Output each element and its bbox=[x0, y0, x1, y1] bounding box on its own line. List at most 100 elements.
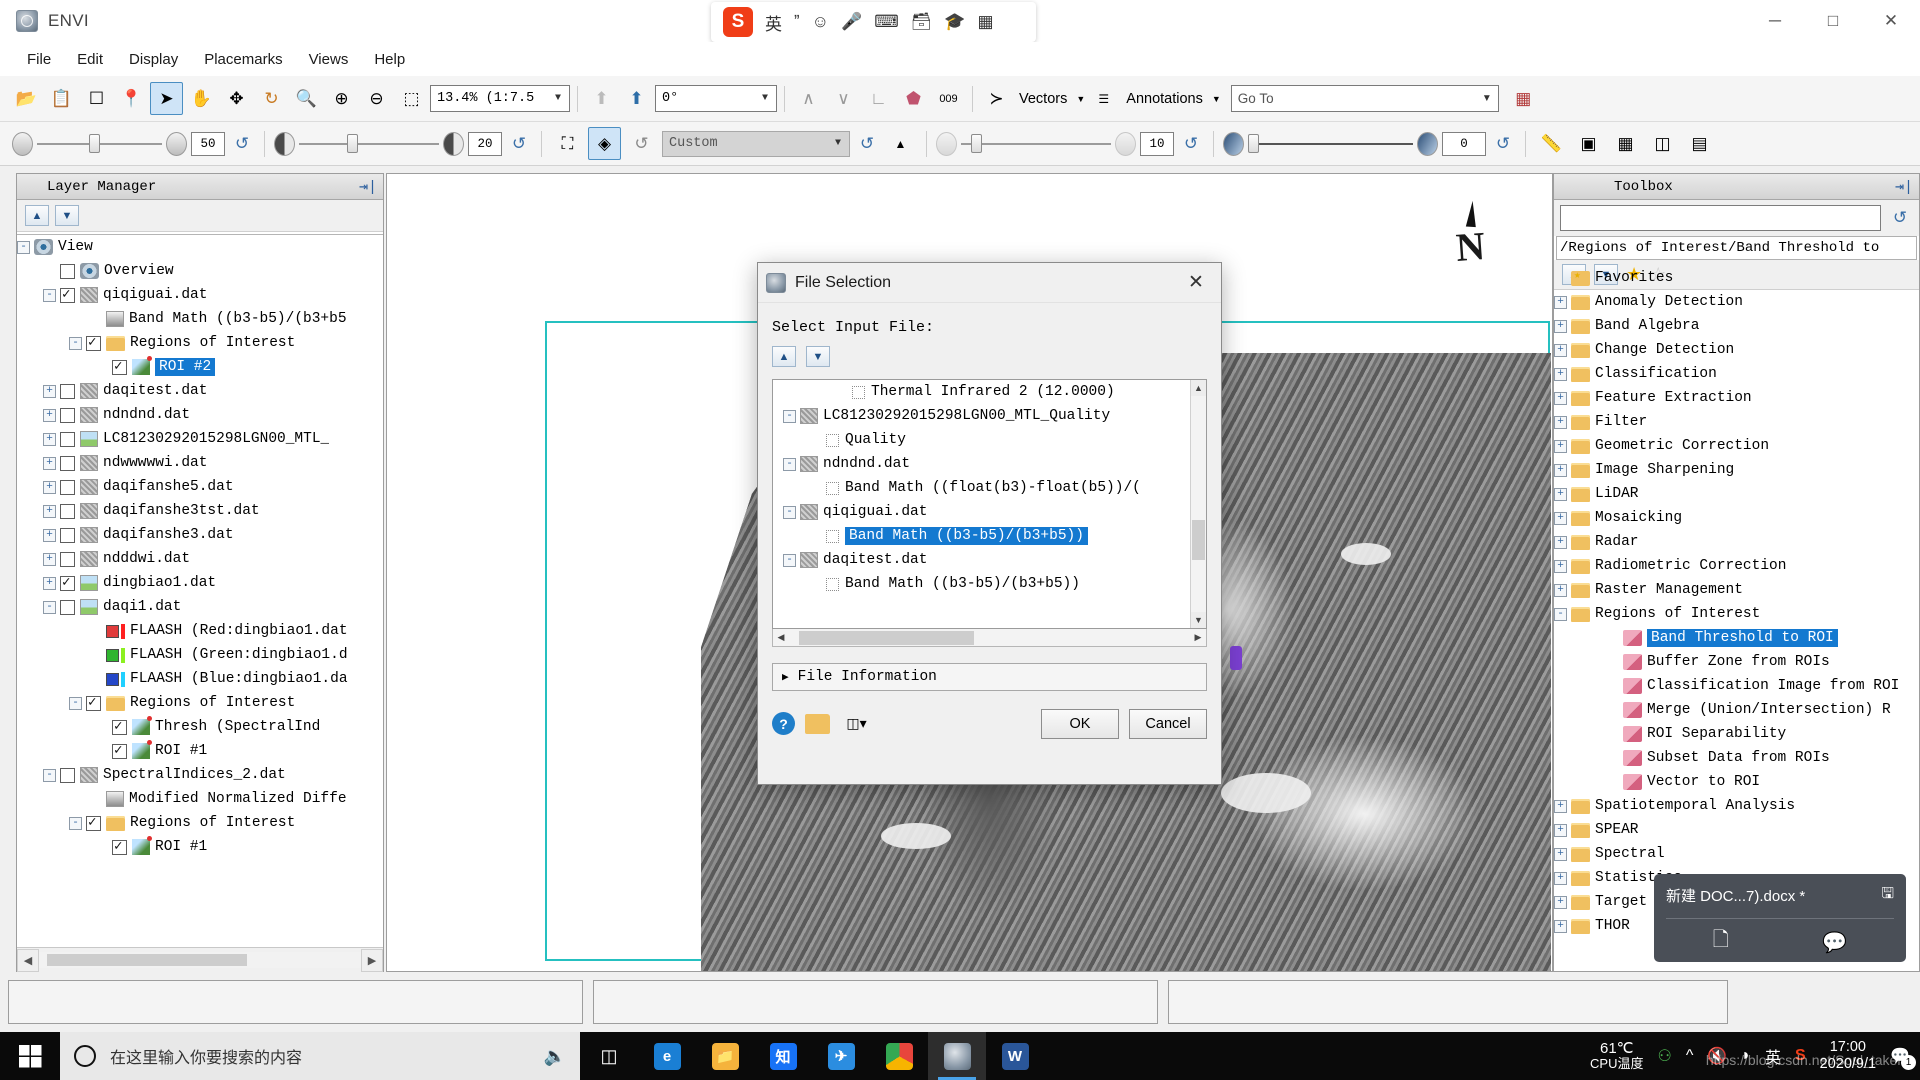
ok-button[interactable]: OK bbox=[1041, 708, 1119, 739]
brightness-value[interactable]: 50 bbox=[191, 131, 225, 156]
card-icon[interactable]: 🗃 bbox=[911, 12, 933, 32]
layer-visibility-checkbox[interactable] bbox=[60, 503, 75, 519]
file-list-items[interactable]: Thermal Infrared 2 (12.0000) - LC812302920… bbox=[773, 380, 1190, 628]
sogou-logo-icon[interactable]: S bbox=[723, 7, 753, 37]
tree-expand-icon[interactable]: + bbox=[1554, 439, 1567, 453]
scroll-left-icon[interactable]: ◀ bbox=[773, 632, 789, 643]
toolbox-category-item[interactable]: + Mosaicking bbox=[1554, 506, 1919, 530]
brightness-reset-icon[interactable]: ↺ bbox=[229, 131, 255, 157]
layer-tree-item[interactable]: + ndndnd.dat bbox=[17, 403, 383, 427]
zoom-to-region-icon[interactable]: ⬚ bbox=[395, 82, 428, 115]
toolbox-category-item[interactable]: + Feature Extraction bbox=[1554, 386, 1919, 410]
sharpen-slider[interactable] bbox=[961, 134, 1111, 154]
usb-drive-icon[interactable]: ⚇ bbox=[1657, 1046, 1671, 1066]
taskbar-search[interactable]: 在这里输入你要搜索的内容 🔈 bbox=[60, 1032, 580, 1080]
layer-visibility-checkbox[interactable] bbox=[112, 742, 127, 759]
chevron-down-icon[interactable]: ▼ bbox=[756, 93, 774, 104]
sharpen-value[interactable]: 10 bbox=[1140, 131, 1174, 156]
layer-tree-item[interactable]: - Regions of Interest bbox=[17, 691, 383, 715]
toolbox-tool-item[interactable]: Classification Image from ROI bbox=[1554, 674, 1919, 698]
tree-expand-icon[interactable]: + bbox=[43, 528, 56, 542]
word-save-toast[interactable]: ✕ 新建 DOC...7).docx * 🖫 🗋 💬 bbox=[1654, 838, 1908, 962]
layer-tree-item[interactable]: ROI #1 bbox=[17, 739, 383, 763]
pin-panel-icon[interactable]: ⇥| bbox=[359, 177, 377, 196]
tree-expand-icon[interactable]: + bbox=[1554, 919, 1567, 933]
tree-expand-icon[interactable]: + bbox=[1554, 823, 1567, 837]
transparency-value[interactable]: 0 bbox=[1442, 131, 1486, 156]
layer-tree-item[interactable]: - Regions of Interest bbox=[17, 331, 383, 355]
view-two-icon[interactable]: ◫ bbox=[1646, 127, 1679, 160]
tree-expand-icon[interactable]: + bbox=[1554, 415, 1567, 429]
layer-visibility-checkbox[interactable] bbox=[60, 431, 75, 447]
taskbar-app-word[interactable]: W bbox=[986, 1032, 1044, 1080]
scroll-down-icon[interactable]: ▼ bbox=[1191, 612, 1206, 628]
zoom-to-extent-icon[interactable]: ◈ bbox=[588, 127, 621, 160]
tree-collapse-icon[interactable]: - bbox=[783, 505, 796, 519]
layer-visibility-checkbox[interactable] bbox=[60, 479, 75, 495]
tree-expand-icon[interactable]: + bbox=[1554, 295, 1567, 309]
scroll-thumb[interactable] bbox=[799, 630, 974, 645]
pixel-locator-icon[interactable]: 009 bbox=[932, 82, 965, 115]
slider-thumb[interactable] bbox=[89, 134, 100, 153]
layer-visibility-checkbox[interactable] bbox=[86, 334, 101, 351]
file-selection-dialog[interactable]: File Selection ✕ Select Input File: ▲ ▼ … bbox=[757, 262, 1222, 785]
toolbox-category-item[interactable]: + Geometric Correction bbox=[1554, 434, 1919, 458]
tree-expand-icon[interactable]: + bbox=[43, 432, 56, 446]
layer-visibility-checkbox[interactable] bbox=[60, 574, 75, 591]
tree-expand-icon[interactable]: + bbox=[1554, 871, 1567, 885]
zoom-fit-icon[interactable]: 🔍 bbox=[290, 82, 323, 115]
zoom-level-combo[interactable]: 13.4% (1:7.5 ▼ bbox=[430, 85, 570, 112]
taskbar-app-edge[interactable]: e bbox=[638, 1032, 696, 1080]
scroll-right-icon[interactable]: ▶ bbox=[361, 948, 383, 972]
ime-emoji-icon[interactable]: ☺ bbox=[812, 12, 829, 32]
layer-tree-hscrollbar[interactable]: ◀ ▶ bbox=[17, 947, 383, 972]
layer-visibility-checkbox[interactable] bbox=[60, 383, 75, 399]
new-document-icon[interactable]: 🗋 bbox=[1713, 925, 1729, 959]
layer-tree-item[interactable]: + daqitest.dat bbox=[17, 379, 383, 403]
microphone-icon[interactable]: 🎤 bbox=[841, 12, 862, 32]
arrow-up-gray-icon[interactable]: ⬆ bbox=[585, 82, 618, 115]
layer-visibility-checkbox[interactable] bbox=[60, 263, 75, 279]
share-icon[interactable]: 💬 bbox=[1822, 930, 1847, 955]
tree-expand-icon[interactable]: + bbox=[1554, 487, 1567, 501]
layer-visibility-checkbox[interactable] bbox=[112, 838, 127, 855]
menu-help[interactable]: Help bbox=[361, 48, 418, 71]
vectors-menu-icon[interactable]: ≻ bbox=[980, 82, 1013, 115]
tree-expand-icon[interactable]: + bbox=[1554, 511, 1567, 525]
zoom-in-icon[interactable]: ⊕ bbox=[325, 82, 358, 115]
transparency-reset-icon[interactable]: ↺ bbox=[1490, 131, 1516, 157]
menu-placemarks[interactable]: Placemarks bbox=[191, 48, 295, 71]
tree-expand-icon[interactable]: + bbox=[43, 384, 56, 398]
placemark-pin-icon[interactable]: 📍 bbox=[115, 82, 148, 115]
cortana-circle-icon[interactable] bbox=[74, 1045, 96, 1067]
move-down-icon[interactable]: ▼ bbox=[806, 346, 830, 367]
microphone-icon[interactable]: 🔈 bbox=[544, 1046, 566, 1067]
close-icon[interactable]: ✕ bbox=[1179, 266, 1213, 300]
fit-to-window-icon[interactable]: ⛶ bbox=[551, 127, 584, 160]
tree-collapse-icon[interactable]: - bbox=[1554, 607, 1567, 621]
stretch-apply-icon[interactable]: ↺ bbox=[854, 131, 880, 157]
vectors-menu-label[interactable]: Vectors bbox=[1015, 91, 1071, 107]
scroll-thumb[interactable] bbox=[47, 954, 247, 966]
toolbox-category-item[interactable]: + Radar bbox=[1554, 530, 1919, 554]
toolbox-tool-item[interactable]: ROI Separability bbox=[1554, 722, 1919, 746]
annotations-menu-label[interactable]: Annotations bbox=[1122, 91, 1207, 107]
layer-visibility-checkbox[interactable] bbox=[112, 718, 127, 735]
layer-tree-item[interactable]: FLAASH (Green:dingbiao1.d bbox=[17, 643, 383, 667]
slider-thumb[interactable] bbox=[347, 134, 358, 153]
chevron-down-icon[interactable]: ▼ bbox=[1212, 94, 1221, 104]
tree-expand-icon[interactable]: + bbox=[1554, 367, 1567, 381]
cpu-temperature-widget[interactable]: 61℃ CPU温度 bbox=[1590, 1040, 1643, 1072]
layer-visibility-checkbox[interactable] bbox=[60, 599, 75, 615]
file-select-checkbox[interactable] bbox=[826, 529, 839, 543]
layer-tree-item[interactable]: + daqifanshe5.dat bbox=[17, 475, 383, 499]
zoom-out-icon[interactable]: ⊖ bbox=[360, 82, 393, 115]
tree-expand-icon[interactable]: + bbox=[43, 408, 56, 422]
menu-file[interactable]: File bbox=[14, 48, 64, 71]
file-list-item[interactable]: - ndndnd.dat bbox=[773, 452, 1190, 476]
file-select-checkbox[interactable] bbox=[826, 433, 839, 447]
open-folder-icon[interactable] bbox=[805, 713, 830, 734]
layer-tree-item[interactable]: Modified Normalized Diffe bbox=[17, 787, 383, 811]
toolbox-category-item[interactable]: + Change Detection bbox=[1554, 338, 1919, 362]
tree-collapse-icon[interactable]: - bbox=[43, 600, 56, 614]
